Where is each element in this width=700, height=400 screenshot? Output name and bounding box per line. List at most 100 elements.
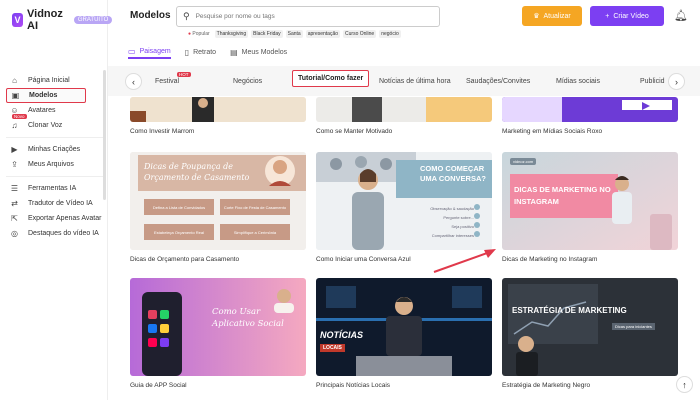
tag-chip[interactable]: apresentação xyxy=(305,30,341,38)
template-thumbnail[interactable]: Como Usar Aplicativo Social xyxy=(130,278,306,376)
category-business[interactable]: Negócios xyxy=(233,78,262,85)
category-tutorial[interactable]: Tutorial/Como fazer xyxy=(292,70,370,87)
thumbnail-title: DICAS DE MARKETING NO INSTAGRAM xyxy=(514,185,611,206)
sidebar-item-files[interactable]: ⇪ Meus Arquivos xyxy=(6,157,104,172)
tag-chip[interactable]: Santa xyxy=(285,30,303,38)
create-label: Criar Vídeo xyxy=(613,12,649,20)
template-thumbnail[interactable]: vidnoz.com DICAS DE MARKETING NO INSTAGR… xyxy=(502,152,678,250)
templates-icon: ▣ xyxy=(11,91,20,100)
sidebar-item-templates[interactable]: ▣ Modelos xyxy=(6,88,86,103)
sidebar-item-ai-tools[interactable]: ☰ Ferramentas IA xyxy=(6,181,104,196)
thumbnail-art xyxy=(130,97,306,122)
category-social-media[interactable]: Mídias sociais xyxy=(556,78,600,85)
sidebar-scrollbar[interactable] xyxy=(103,70,106,200)
sidebar-item-creations[interactable]: ▶ Minhas Criações xyxy=(6,142,104,157)
sidebar-item-export-avatar[interactable]: ⇱ Exportar Apenas Avatar xyxy=(6,211,104,226)
logo-text: Vidnoz AI xyxy=(27,8,63,32)
popular-label: ● Popular xyxy=(186,30,212,38)
popular-tags: ● Popular Thanksgiving Black Friday Sant… xyxy=(186,30,401,38)
upgrade-button[interactable]: ♛ Atualizar xyxy=(522,6,582,26)
thumbnail-box-label: Estabeleça Orçamento Real xyxy=(153,230,205,235)
category-breaking-news[interactable]: Notícias de última hora xyxy=(379,78,451,85)
divider xyxy=(6,176,104,177)
sidebar-item-voice-clone[interactable]: Novo ♫ Clonar Voz xyxy=(6,114,104,133)
search-box[interactable]: ⚲ xyxy=(176,6,440,27)
search-icon: ⚲ xyxy=(183,11,190,21)
tab-my-templates[interactable]: ▤ Meus Modelos xyxy=(230,45,287,59)
sidebar-item-label: Tradutor de Vídeo IA xyxy=(28,200,93,207)
new-badge: Novo xyxy=(12,114,27,119)
template-thumbnail[interactable]: ESTRATÉGIA DE MARKETING Dicas para inici… xyxy=(502,278,678,376)
template-caption: Como Investir Marrom xyxy=(130,128,195,135)
tag-chip[interactable]: Curso Online xyxy=(343,30,377,38)
page-title: Modelos xyxy=(130,10,171,21)
create-video-button[interactable]: + Criar Vídeo xyxy=(590,6,664,26)
template-thumbnail[interactable]: NOTÍCIAS LOCAIS xyxy=(316,278,492,376)
template-caption: Dicas de Orçamento para Casamento xyxy=(130,256,240,263)
template-thumbnail[interactable]: COMO COMEÇAR UMA CONVERSA? Observação & … xyxy=(316,152,492,250)
logo-icon: V xyxy=(12,13,23,27)
thumbnail-list: Observação & saudação Pergunte sobre... … xyxy=(424,204,474,240)
plan-badge: GRATUITO xyxy=(73,16,113,24)
upgrade-label: Atualizar xyxy=(543,12,571,20)
bell-icon[interactable]: 🔔︎ xyxy=(674,9,688,22)
annotation-arrow xyxy=(433,249,496,273)
thumbnail-box-label: Simplifique a Cerimônia xyxy=(233,230,277,235)
sidebar-item-label: Exportar Apenas Avatar xyxy=(28,215,102,222)
voice-icon: ♫ xyxy=(11,121,18,130)
thumbnail-subtitle: LOCAIS xyxy=(320,344,345,352)
category-ads[interactable]: Publicid xyxy=(640,78,665,85)
thumbnail-art xyxy=(316,278,492,376)
category-greetings[interactable]: Saudações/Convites xyxy=(466,78,530,85)
thumbnail-art xyxy=(316,97,492,122)
logo[interactable]: V Vidnoz AI GRATUITO xyxy=(12,8,113,32)
tag-chip[interactable]: Black Friday xyxy=(251,30,283,38)
thumbnail-badge: vidnoz.com xyxy=(510,158,537,165)
template-caption: Guia de APP Social xyxy=(130,382,187,389)
thumbnail-list-item: Pergunte sobre... xyxy=(443,215,474,220)
template-thumbnail[interactable] xyxy=(130,97,306,122)
template-caption: Dicas de Marketing no Instagram xyxy=(502,256,598,263)
sidebar-item-label: Clonar Voz xyxy=(28,122,63,129)
sidebar-item-label: Modelos xyxy=(29,92,58,99)
sidebar-item-label: Página Inicial xyxy=(28,77,70,84)
thumbnail-box-label: Corte Fixo de Festa de Casamento xyxy=(223,205,287,210)
orientation-tabs: ▭ Paisagem ▯ Retrato ▤ Meus Modelos xyxy=(128,45,287,59)
sidebar-item-label: Avatares xyxy=(28,107,56,114)
hot-badge: HOT xyxy=(177,72,191,77)
tab-portrait[interactable]: ▯ Retrato xyxy=(185,45,216,59)
thumbnail-title: COMO COMEÇAR UMA CONVERSA? xyxy=(420,164,486,183)
tab-label: Retrato xyxy=(193,48,217,56)
creations-icon: ▶ xyxy=(11,145,18,154)
sidebar-item-translator[interactable]: ⇄ Tradutor de Vídeo IA xyxy=(6,196,104,211)
tag-chip[interactable]: Thanksgiving xyxy=(214,30,249,38)
template-caption: Principais Notícias Locais xyxy=(316,382,391,389)
sidebar-item-highlights[interactable]: ◎ Destaques do vídeo IA xyxy=(6,226,104,241)
template-thumbnail[interactable] xyxy=(316,97,492,122)
scroll-to-top-icon[interactable]: ↑ xyxy=(676,376,693,393)
tab-landscape[interactable]: ▭ Paisagem xyxy=(128,45,171,59)
app-root: V Vidnoz AI GRATUITO ⌂ Página Inicial ▣ … xyxy=(0,0,700,400)
highlights-icon: ◎ xyxy=(11,229,18,238)
portrait-icon: ▯ xyxy=(184,47,190,57)
nav-main: ⌂ Página Inicial ▣ Modelos ☺ Avatares No… xyxy=(6,73,104,241)
thumbnail-art xyxy=(502,97,678,122)
sidebar-item-label: Ferramentas IA xyxy=(28,185,77,192)
search-input[interactable] xyxy=(195,13,426,20)
thumbnail-list-item: Seja positivo xyxy=(451,224,474,229)
category-festival[interactable]: Festival xyxy=(155,78,179,85)
template-thumbnail[interactable]: Dicas de Poupança de Orçamento de Casame… xyxy=(130,152,306,250)
sidebar: V Vidnoz AI GRATUITO ⌂ Página Inicial ▣ … xyxy=(0,0,113,400)
template-thumbnail[interactable] xyxy=(502,97,678,122)
chevron-right-icon[interactable]: › xyxy=(668,73,685,90)
upload-icon: ⇪ xyxy=(11,160,18,169)
thumbnail-list-item: Compartilhar interesses xyxy=(431,233,474,238)
chevron-left-icon[interactable]: ‹ xyxy=(125,73,142,90)
template-caption: Estratégia de Marketing Negro xyxy=(502,382,591,389)
sidebar-item-label: Meus Arquivos xyxy=(28,161,74,168)
tools-icon: ☰ xyxy=(10,184,19,193)
sidebar-item-home[interactable]: ⌂ Página Inicial xyxy=(6,73,104,88)
tag-chip[interactable]: negócio xyxy=(379,30,401,38)
home-icon: ⌂ xyxy=(12,76,17,85)
plus-icon: + xyxy=(605,12,610,20)
